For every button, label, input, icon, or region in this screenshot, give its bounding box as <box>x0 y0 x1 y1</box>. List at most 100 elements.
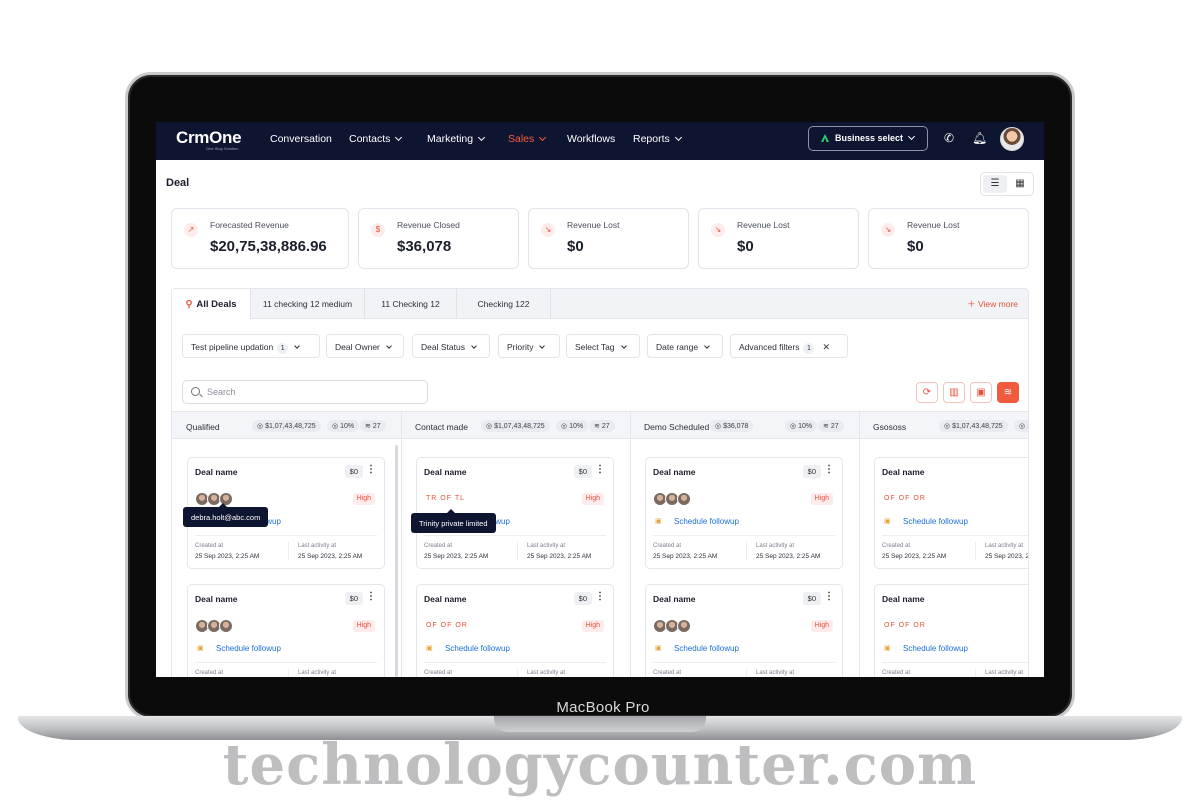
tab-1[interactable]: ⚲ All Deals <box>172 289 251 319</box>
view-more-link[interactable]: ＋ View more <box>967 298 1018 310</box>
refresh-button[interactable]: ⟳ <box>916 382 938 403</box>
columns-button[interactable]: ▥ <box>943 382 965 403</box>
percent-icon: ◎ <box>790 423 799 430</box>
nav-item-label: Reports <box>633 133 670 145</box>
assignee-initials[interactable]: TR OF TL <box>426 495 465 502</box>
kanban-view-button[interactable]: ≋ <box>997 382 1019 403</box>
nav-item-conversation[interactable]: Conversation <box>270 133 332 145</box>
laptop-notch <box>494 716 706 732</box>
schedule-followup-link[interactable]: Schedule followup <box>216 644 281 653</box>
deal-amount: $0 <box>573 465 592 478</box>
card-divider <box>424 662 606 663</box>
stat-label: Revenue Lost <box>737 220 790 230</box>
column-percent: 10% <box>1027 423 1028 430</box>
column-count: 27 <box>372 423 381 430</box>
card-divider <box>195 535 377 536</box>
close-icon[interactable]: ✕ <box>822 342 830 352</box>
last-activity-value: 25 Sep 2023, 2:25 AM <box>756 553 821 560</box>
nav-item-label: Sales <box>508 133 535 145</box>
column-percent-badge: ◎ 10% <box>1014 420 1028 432</box>
phone-icon[interactable]: ✆ <box>944 131 954 145</box>
assignee-initials[interactable]: OF OF OR <box>884 495 926 502</box>
created-label: Created at <box>195 543 224 549</box>
tab-4[interactable]: Checking 122 <box>457 289 551 319</box>
nav-item-sales[interactable]: Sales <box>508 133 547 145</box>
schedule-followup-link[interactable]: Schedule followup <box>674 644 739 653</box>
nav-item-workflows[interactable]: Workflows <box>567 133 615 145</box>
column-amount-badge: ◎ $36,078 <box>710 420 754 432</box>
business-select-button[interactable]: Business select <box>808 126 928 151</box>
stat-card: $ Revenue Closed $36,078 <box>358 208 519 269</box>
filter-dropdown[interactable]: Deal Owner <box>326 334 404 358</box>
nav-item-marketing[interactable]: Marketing <box>427 133 486 145</box>
more-options-icon[interactable]: ⋮ <box>824 464 834 475</box>
filter-dropdown[interactable]: Select Tag <box>566 334 640 358</box>
search-input[interactable]: Search <box>182 380 428 404</box>
card-divider <box>288 669 289 677</box>
deal-amount: $0 <box>802 465 821 478</box>
column-amount-badge: ◎ $1,07,43,48,725 <box>939 420 1008 432</box>
created-value: 25 Sep 2023, 2:25 AM <box>882 553 947 560</box>
tab-3[interactable]: 11 Checking 12 <box>365 289 457 319</box>
more-options-icon[interactable]: ⋮ <box>824 591 834 602</box>
deal-amount: $0 <box>573 592 592 605</box>
filter-label: Date range <box>656 342 699 352</box>
more-options-icon[interactable]: ⋮ <box>595 591 605 602</box>
calendar-icon: ▣ <box>197 645 204 652</box>
chart-icon: ↗ <box>184 223 198 237</box>
created-label: Created at <box>882 670 911 676</box>
column-amount: $36,078 <box>723 423 749 430</box>
calendar-icon: ▣ <box>426 645 433 652</box>
deal-card[interactable]: Deal name $0⋮ High ▣ Schedule followup Create… <box>645 584 843 677</box>
nav-item-contacts[interactable]: Contacts <box>349 133 403 145</box>
filter-dropdown[interactable]: Test pipeline updation 1 <box>182 334 320 358</box>
user-avatar[interactable] <box>1000 127 1024 151</box>
search-placeholder: Search <box>207 387 236 397</box>
column-amount-badge: ◎ $1,07,43,48,725 <box>481 420 550 432</box>
search-icon <box>191 387 200 396</box>
assignee-initials[interactable]: OF OF OR <box>426 622 468 629</box>
column-name: Gsososs <box>873 422 907 432</box>
schedule-followup-link[interactable]: Schedule followup <box>445 644 510 653</box>
filter-dropdown[interactable]: Advanced filters 1 ✕ <box>730 334 848 358</box>
more-options-icon[interactable]: ⋮ <box>366 591 376 602</box>
save-button[interactable]: ▣ <box>970 382 992 403</box>
deal-card[interactable]: Deal name$0⋮OF OF ORHigh▣Schedule follow… <box>874 457 1028 569</box>
deal-card[interactable]: Deal name$0⋮OF OF ORHigh▣Schedule follow… <box>874 584 1028 677</box>
deal-card[interactable]: Deal name $0⋮ High ▣ Schedule followup Create… <box>187 584 385 677</box>
column-scrollbar[interactable] <box>395 445 398 677</box>
bell-icon[interactable]: 🔔︎ <box>972 131 987 145</box>
deals-icon: ≋ <box>594 423 602 430</box>
deal-name: Deal name <box>882 594 925 604</box>
column-name: Demo Scheduled <box>644 422 710 432</box>
deal-card[interactable]: Deal name $0⋮ High ▣ Schedule followup Create… <box>645 457 843 569</box>
column-percent-badge: ◎ 10% <box>327 420 360 432</box>
tab-2[interactable]: 11 checking 12 medium <box>251 289 365 319</box>
avatar <box>219 619 233 633</box>
deal-card[interactable]: Deal name$0⋮OF OF ORHigh▣Schedule follow… <box>416 584 614 677</box>
nav-item-reports[interactable]: Reports <box>633 133 682 145</box>
column-header: Demo Scheduled ◎ $36,078 ◎ 10% ≋ 27 <box>630 411 859 439</box>
deal-name: Deal name <box>424 594 467 604</box>
chevron-down-icon <box>674 133 682 142</box>
assignee-initials[interactable]: OF OF OR <box>884 622 926 629</box>
deals-icon: ≋ <box>365 423 373 430</box>
more-options-icon[interactable]: ⋮ <box>595 464 605 475</box>
logo[interactable]: CrmOne <box>176 128 242 148</box>
grid-view-icon[interactable]: ▦ <box>1008 175 1032 193</box>
schedule-followup-link[interactable]: Schedule followup <box>674 517 739 526</box>
business-select-label: Business select <box>835 133 904 143</box>
filter-dropdown[interactable]: Priority <box>498 334 560 358</box>
column-count-badge: ≋ 27 <box>589 420 615 432</box>
last-activity-label: Last activity at <box>298 543 337 549</box>
schedule-followup-link[interactable]: Schedule followup <box>903 644 968 653</box>
chevron-down-icon <box>294 343 301 349</box>
created-value: 25 Sep 2023, 2:25 AM <box>195 553 260 560</box>
last-activity-label: Last activity at <box>985 543 1024 549</box>
filter-dropdown[interactable]: Deal Status <box>412 334 490 358</box>
schedule-followup-link[interactable]: Schedule followup <box>903 517 968 526</box>
list-view-icon[interactable]: ☰ <box>983 175 1007 193</box>
deal-name: Deal name <box>424 467 467 477</box>
filter-dropdown[interactable]: Date range <box>647 334 723 358</box>
more-options-icon[interactable]: ⋮ <box>366 464 376 475</box>
